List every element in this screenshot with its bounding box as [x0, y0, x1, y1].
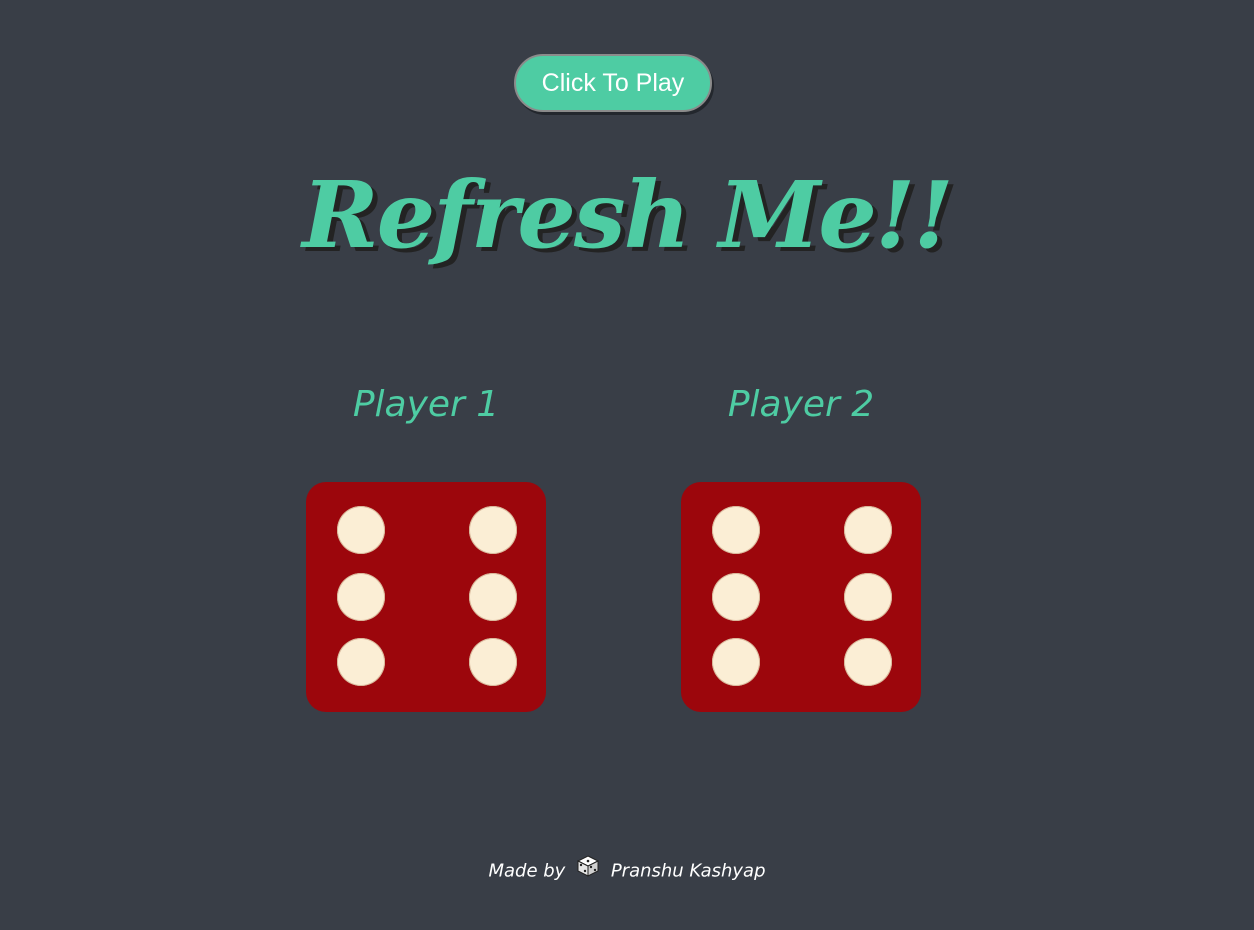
die-pip: [337, 573, 385, 621]
dice-icon: [576, 855, 600, 888]
player-2-label: Player 2: [727, 384, 875, 425]
footer-prefix: Made by: [488, 860, 566, 882]
die-pip: [337, 638, 385, 686]
player-1-die: [306, 482, 546, 712]
die-pip: [844, 573, 892, 621]
player-1-label: Player 1: [352, 384, 500, 425]
page-title: Refresh Me!!: [302, 161, 953, 269]
die-pip: [712, 506, 760, 554]
player-1-panel: Player 1: [306, 380, 546, 712]
die-pip: [712, 638, 760, 686]
die-pip: [844, 638, 892, 686]
die-pip: [844, 506, 892, 554]
click-to-play-button[interactable]: Click To Play: [514, 54, 712, 112]
player-2-die: [681, 482, 921, 712]
footer: Made by Pranshu Kashyap: [0, 855, 1254, 888]
player-2-panel: Player 2: [681, 380, 921, 712]
die-pip: [712, 573, 760, 621]
die-pip: [337, 506, 385, 554]
die-pip: [469, 506, 517, 554]
die-pip: [469, 573, 517, 621]
footer-author: Pranshu Kashyap: [610, 860, 766, 882]
die-pip: [469, 638, 517, 686]
